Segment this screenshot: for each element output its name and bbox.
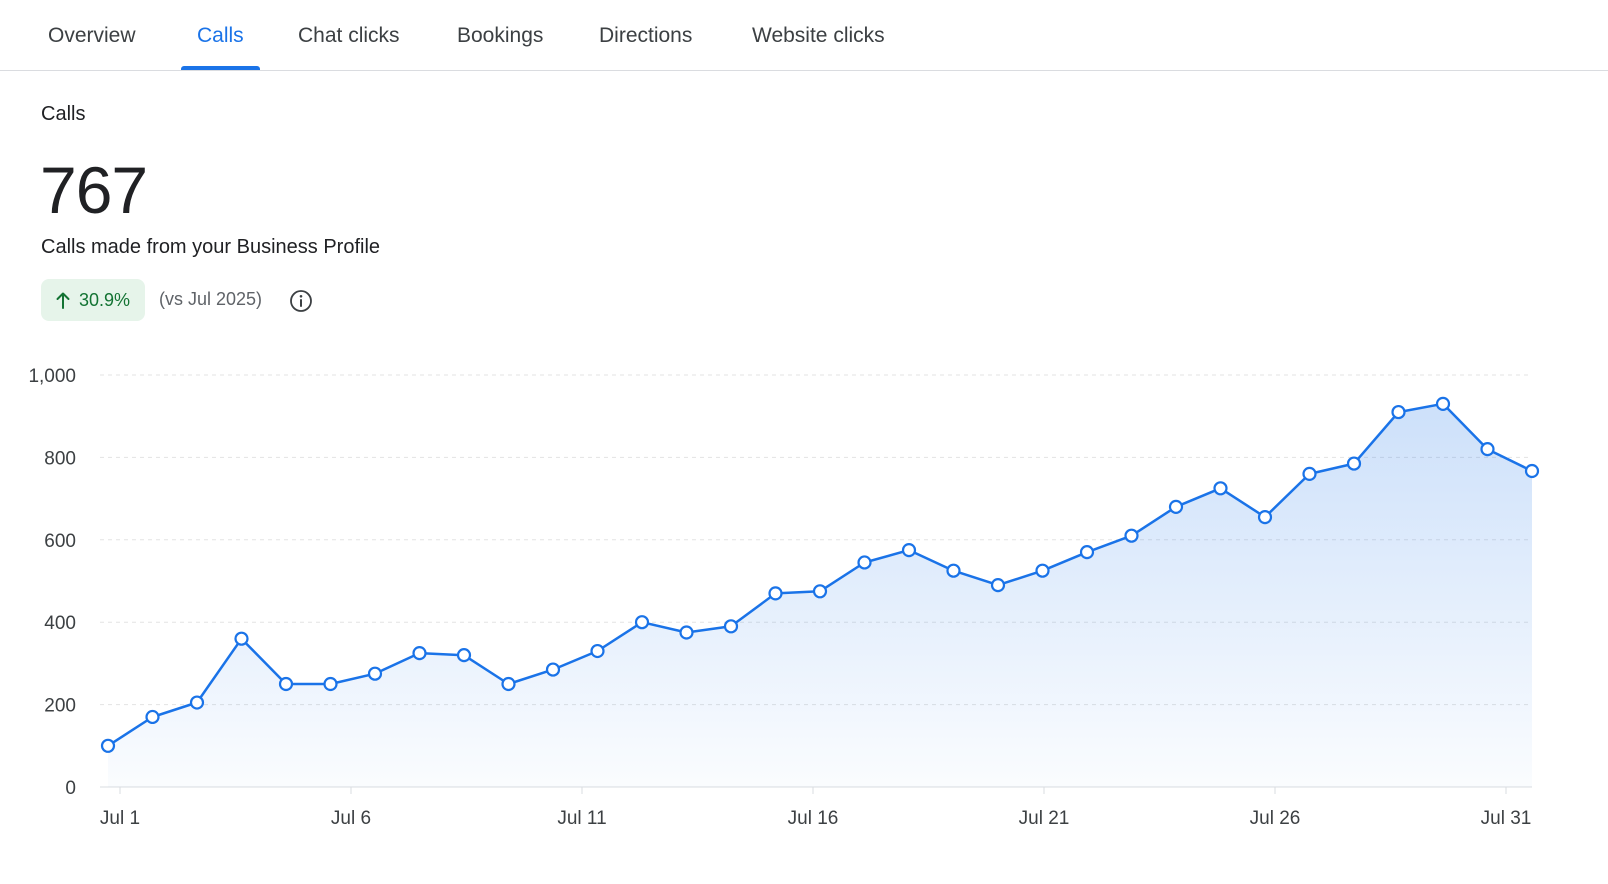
metric-value: 767 [40, 153, 148, 227]
data-point[interactable] [278, 676, 294, 692]
data-point[interactable] [857, 555, 872, 570]
data-point[interactable] [1168, 499, 1184, 514]
x-axis: Jul 1 Jul 6 Jul 11 Jul 16 Jul 21 Jul 26 Jul 31 [100, 786, 1532, 829]
data-point[interactable] [1213, 481, 1228, 496]
data-point[interactable] [100, 738, 116, 753]
data-point[interactable] [234, 631, 249, 646]
calls-chart: 02004006008001,000 Jul 1 Jul 6 Jul 11 Jul 1… [28, 366, 1540, 829]
data-point[interactable] [768, 586, 783, 601]
data-point[interactable] [545, 662, 561, 677]
active-tab-indicator [181, 66, 260, 70]
data-point[interactable] [456, 648, 472, 663]
data-point[interactable] [189, 695, 205, 710]
data-point[interactable] [145, 709, 160, 725]
data-point[interactable] [1302, 466, 1317, 481]
x-tick-label: Jul 11 [557, 808, 606, 829]
data-point[interactable] [901, 543, 917, 558]
data-point[interactable] [723, 619, 739, 634]
y-tick-label: 0 [65, 778, 76, 799]
data-point[interactable] [634, 615, 650, 630]
tab-directions[interactable]: Directions [599, 0, 692, 71]
y-tick-label: 600 [44, 531, 76, 552]
info-icon[interactable] [289, 289, 313, 313]
x-tick-label: Jul 16 [788, 808, 839, 829]
data-point[interactable] [1035, 563, 1050, 578]
data-point[interactable] [1079, 545, 1095, 560]
data-point[interactable] [412, 646, 427, 661]
data-point[interactable] [990, 578, 1006, 593]
y-tick-label: 400 [44, 613, 76, 634]
x-tick-label: Jul 21 [1019, 808, 1070, 829]
metric-title: Calls [41, 103, 86, 125]
x-tick-label: Jul 1 [100, 808, 140, 829]
x-tick-label: Jul 6 [331, 808, 371, 829]
data-point[interactable] [946, 563, 961, 578]
x-tick-label: Jul 26 [1250, 808, 1301, 829]
tab-overview[interactable]: Overview [48, 0, 136, 71]
tab-bookings[interactable]: Bookings [457, 0, 543, 71]
data-point[interactable] [1480, 442, 1495, 457]
delta-value: 30.9% [78, 289, 131, 310]
data-point[interactable] [1524, 463, 1540, 479]
y-tick-label: 1,000 [28, 366, 76, 387]
data-point[interactable] [812, 584, 828, 599]
data-point[interactable] [1124, 528, 1139, 543]
tab-website-clicks[interactable]: Website clicks [752, 0, 885, 71]
x-tick-label: Jul 31 [1481, 808, 1532, 829]
metric-description: Calls made from your Business Profile [41, 236, 381, 258]
data-point[interactable] [1435, 396, 1451, 411]
data-point[interactable] [679, 625, 694, 640]
data-point[interactable] [323, 676, 338, 692]
tab-calls[interactable]: Calls [197, 0, 244, 71]
arrow-up-icon [56, 291, 70, 309]
tab-bar: Overview Calls Chat clicks Bookings Dire… [0, 0, 1608, 71]
data-point[interactable] [1391, 404, 1406, 420]
comparison-period: (vs Jul 2025) [159, 289, 263, 309]
y-axis: 0 200 400 600 800 1,000 [28, 366, 76, 799]
y-tick-label: 800 [44, 448, 76, 469]
data-point[interactable] [590, 643, 605, 659]
data-point[interactable] [367, 666, 383, 681]
y-tick-label: 200 [44, 696, 76, 717]
data-point[interactable] [501, 676, 516, 692]
data-point[interactable] [1346, 456, 1362, 471]
tab-chat-clicks[interactable]: Chat clicks [298, 0, 400, 71]
data-point[interactable] [1257, 510, 1273, 525]
delta-badge: 30.9% [41, 279, 145, 321]
